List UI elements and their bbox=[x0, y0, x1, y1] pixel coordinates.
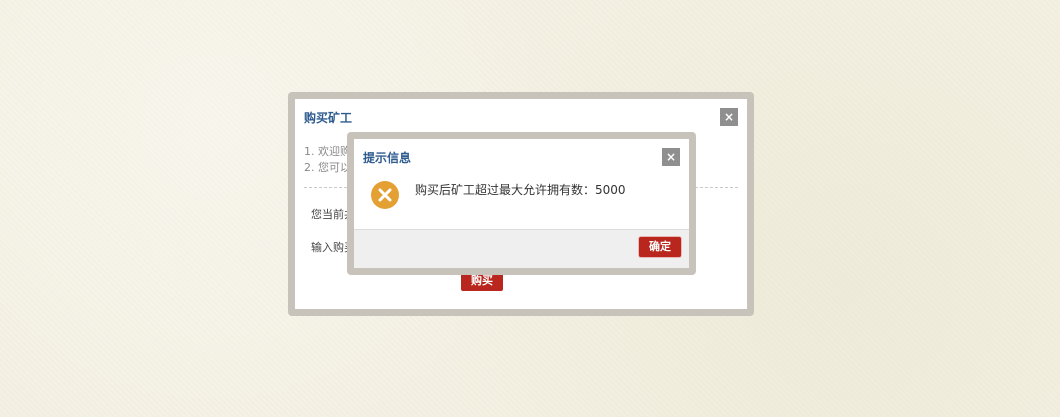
buy-miner-dialog-title: 购买矿工 bbox=[304, 111, 353, 125]
error-x-icon bbox=[371, 181, 399, 209]
alert-dialog-close-button[interactable]: × bbox=[662, 148, 680, 166]
alert-message: 购买后矿工超过最大允许拥有数：5000 bbox=[415, 183, 626, 197]
buy-miner-dialog-close-button[interactable]: × bbox=[720, 108, 738, 126]
alert-dialog: 提示信息 × 购买后矿工超过最大允许拥有数：5000 确定 bbox=[354, 139, 689, 268]
alert-dialog-frame: 提示信息 × 购买后矿工超过最大允许拥有数：5000 确定 bbox=[347, 132, 696, 275]
alert-dialog-title: 提示信息 bbox=[363, 151, 412, 165]
alert-dialog-footer: 确定 bbox=[354, 229, 689, 268]
confirm-button[interactable]: 确定 bbox=[639, 237, 681, 257]
